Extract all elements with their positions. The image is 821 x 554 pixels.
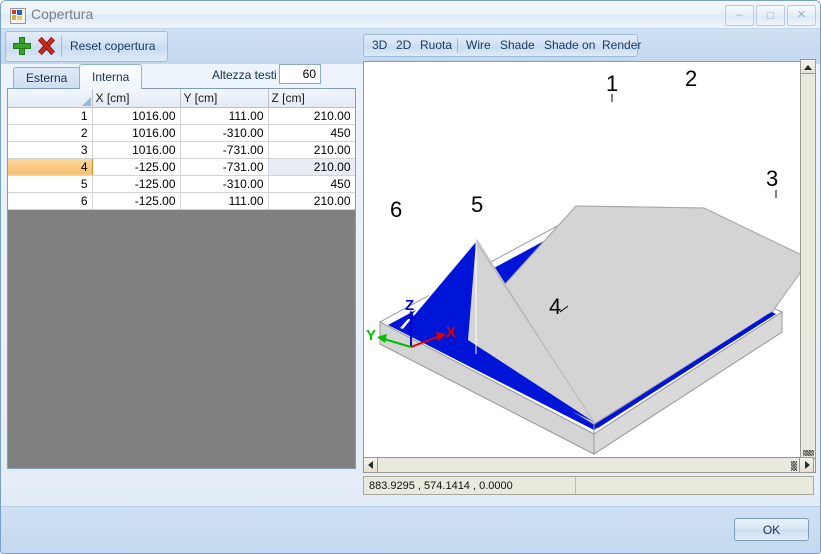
vertex-label-3: 3 <box>766 166 778 191</box>
view-button-3d[interactable]: 3D <box>372 38 387 52</box>
viewport-3d[interactable]: 1 2 3 4 5 6 Z X Y <box>363 61 814 471</box>
roof-3d-model: 1 2 3 4 5 6 Z X Y <box>366 66 811 455</box>
app-icon <box>10 8 26 24</box>
row-index[interactable]: 2 <box>8 124 93 142</box>
cell-x[interactable]: -125.00 <box>92 192 181 210</box>
cell-z[interactable]: 450 <box>268 124 355 142</box>
toolbar-separator <box>61 36 62 57</box>
viewport-horizontal-scrollbar[interactable] <box>363 457 814 473</box>
chevron-right-icon <box>804 461 810 469</box>
vertex-label-5: 5 <box>471 192 483 217</box>
scroll-up-button[interactable] <box>800 59 816 74</box>
cell-z[interactable]: 210.00 <box>268 107 355 125</box>
cell-y[interactable]: 111.00 <box>180 107 269 125</box>
cell-z[interactable]: 210.00 <box>268 158 355 176</box>
view-toolbar: 3D 2D Ruota Wire Shade Shade on Render <box>363 34 641 57</box>
title-bar: Copertura <box>1 1 820 29</box>
axis-label-x: X <box>446 324 456 341</box>
vertex-label-1: 1 <box>606 71 618 96</box>
vertical-scroll-grip[interactable] <box>803 450 814 456</box>
cell-y[interactable]: 111.00 <box>180 192 269 210</box>
delete-x-icon[interactable] <box>37 36 56 56</box>
viewport-vertical-scrollbar[interactable] <box>800 59 816 473</box>
view-button-wire[interactable]: Wire <box>466 38 491 52</box>
copertura-window: Copertura Reset copertura Altezza testi … <box>0 0 821 554</box>
grid-empty-area <box>8 209 355 468</box>
window-title: Copertura <box>31 6 94 22</box>
view-button-shade-on[interactable]: Shade on <box>544 38 595 52</box>
chevron-up-icon <box>804 64 812 70</box>
column-header-x[interactable]: X [cm] <box>92 89 181 108</box>
row-index[interactable]: 5 <box>8 175 93 193</box>
viewport-status-bar: 883.9295 , 574.1414 , 0.0000 <box>363 476 814 495</box>
cell-y[interactable]: -310.00 <box>180 124 269 142</box>
cell-y[interactable]: -731.00 <box>180 141 269 159</box>
coordinates-grid[interactable]: X [cm] Y [cm] Z [cm] 1 1016.00 111.00 21… <box>7 88 356 469</box>
cell-x[interactable]: -125.00 <box>92 158 181 176</box>
cell-z[interactable]: 450 <box>268 175 355 193</box>
cell-y[interactable]: -731.00 <box>180 158 269 176</box>
cell-z[interactable]: 210.00 <box>268 141 355 159</box>
table-row[interactable]: 3 1016.00 -731.00 210.00 <box>8 141 355 159</box>
maximize-icon <box>757 9 784 22</box>
view-panel: 3D 2D Ruota Wire Shade Shade on Render 1… <box>361 31 816 507</box>
cell-x[interactable]: 1016.00 <box>92 124 181 142</box>
close-icon <box>788 9 815 21</box>
cell-y[interactable]: -310.00 <box>180 175 269 193</box>
ok-button[interactable]: OK <box>734 518 809 541</box>
scroll-right-button[interactable] <box>799 457 814 473</box>
maximize-button[interactable] <box>756 5 785 26</box>
tab-interna[interactable]: Interna <box>79 64 143 89</box>
table-row-selected[interactable]: 4 -125.00 -731.00 210.00 <box>8 158 355 176</box>
status-secondary-panel <box>576 477 813 494</box>
row-index[interactable]: 3 <box>8 141 93 159</box>
view-toolbar-separator <box>457 38 458 53</box>
plus-icon[interactable] <box>13 37 31 55</box>
tab-esterna[interactable]: Esterna <box>13 67 81 88</box>
view-button-2d[interactable]: 2D <box>396 38 411 52</box>
scroll-left-button[interactable] <box>363 457 378 473</box>
cell-x[interactable]: 1016.00 <box>92 107 181 125</box>
reset-copertura-button[interactable]: Reset copertura <box>70 37 155 56</box>
table-row[interactable]: 2 1016.00 -310.00 450 <box>8 124 355 142</box>
view-button-render[interactable]: Render <box>602 38 641 52</box>
column-header-index[interactable] <box>8 89 93 108</box>
window-controls <box>725 5 816 26</box>
table-row[interactable]: 1 1016.00 111.00 210.00 <box>8 107 355 125</box>
axis-label-y: Y <box>366 327 376 344</box>
close-button[interactable] <box>787 5 816 26</box>
view-button-ruota[interactable]: Ruota <box>420 38 452 52</box>
grid-header-row: X [cm] Y [cm] Z [cm] <box>8 89 355 108</box>
tab-strip: Esterna Interna <box>7 64 356 89</box>
table-row[interactable]: 6 -125.00 111.00 210.00 <box>8 192 355 210</box>
toolbar-group: Reset copertura <box>5 31 168 62</box>
row-index[interactable]: 4 <box>8 158 93 176</box>
axis-label-z: Z <box>405 297 414 314</box>
cell-x[interactable]: 1016.00 <box>92 141 181 159</box>
column-header-y[interactable]: Y [cm] <box>180 89 269 108</box>
view-button-shade[interactable]: Shade <box>500 38 535 52</box>
cell-x[interactable]: -125.00 <box>92 175 181 193</box>
coordinate-readout: 883.9295 , 574.1414 , 0.0000 <box>364 477 576 494</box>
row-index[interactable]: 6 <box>8 192 93 210</box>
row-index[interactable]: 1 <box>8 107 93 125</box>
grid-table: X [cm] Y [cm] Z [cm] 1 1016.00 111.00 21… <box>8 89 355 210</box>
column-header-z[interactable]: Z [cm] <box>268 89 355 108</box>
vertex-label-4: 4 <box>549 294 561 319</box>
minimize-icon <box>726 9 753 21</box>
horizontal-scroll-grip[interactable] <box>791 461 797 471</box>
chevron-left-icon <box>367 461 373 469</box>
table-row[interactable]: 5 -125.00 -310.00 450 <box>8 175 355 193</box>
cell-z[interactable]: 210.00 <box>268 192 355 210</box>
vertex-label-6: 6 <box>390 197 402 222</box>
footer-bar: OK <box>1 506 820 553</box>
vertex-label-2: 2 <box>685 66 697 91</box>
minimize-button[interactable] <box>725 5 754 26</box>
